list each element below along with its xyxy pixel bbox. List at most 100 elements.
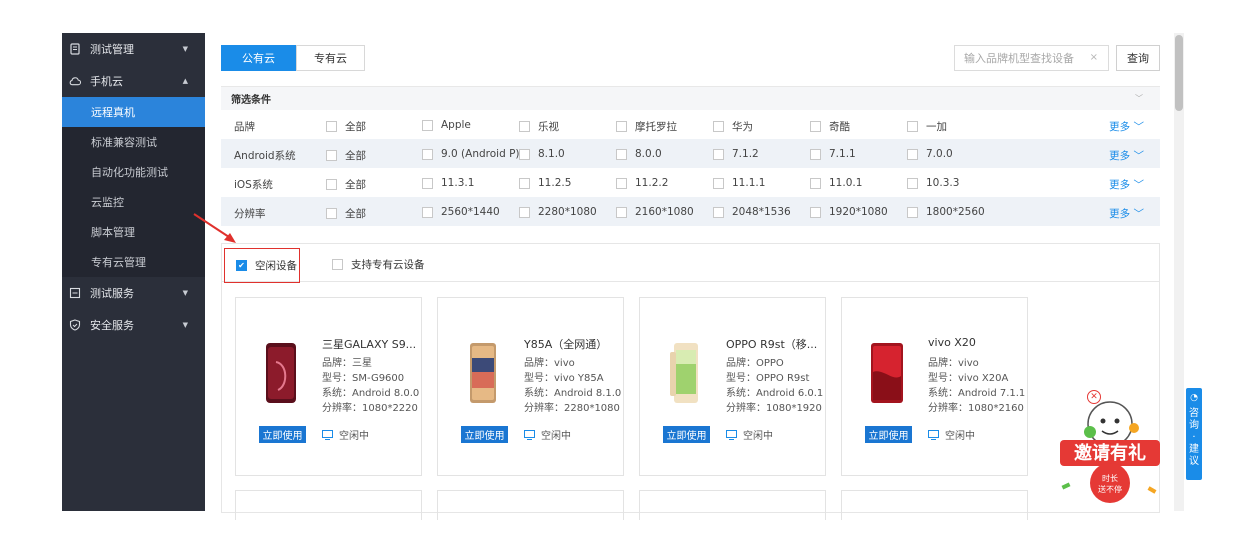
sidebar-item-auto-test[interactable]: 自动化功能测试 xyxy=(62,157,205,187)
sidebar-group-test-management[interactable]: 测试管理 ▼ xyxy=(62,33,205,65)
sidebar-item-cloud-monitor[interactable]: 云监控 xyxy=(62,187,205,217)
filter-option[interactable]: 全部 xyxy=(326,119,366,134)
sidebar-group-security-service[interactable]: 安全服务 ▼ xyxy=(62,309,205,341)
search-input[interactable]: 输入品牌机型查找设备 × xyxy=(954,45,1109,71)
use-now-button[interactable]: 立即使用 xyxy=(663,426,710,443)
page: 测试管理 ▼ 手机云 ▲ 远程真机 标准兼容测试 自动化功能测试 云监控 脚本管… xyxy=(0,0,1246,538)
filter-option[interactable]: 2560*1440 xyxy=(422,206,500,218)
checkbox[interactable] xyxy=(519,148,530,160)
checkbox[interactable] xyxy=(422,148,433,160)
use-now-button[interactable]: 立即使用 xyxy=(259,426,306,443)
checkbox[interactable] xyxy=(810,206,821,218)
device-card[interactable]: OPPO R9st（移... 品牌：OPPO 型号：OPPO R9st 系统：A… xyxy=(639,297,826,476)
checkbox[interactable] xyxy=(326,121,337,132)
idle-devices-checkbox[interactable]: ✔ 空闲设备 xyxy=(224,248,300,283)
sidebar-group-label: 测试服务 xyxy=(90,287,134,300)
checkbox[interactable] xyxy=(810,121,821,132)
checkbox[interactable] xyxy=(616,206,627,218)
tab-private-cloud[interactable]: 专有云 xyxy=(296,45,365,71)
checkbox[interactable] xyxy=(422,119,433,131)
checkbox[interactable] xyxy=(332,259,343,270)
filter-option[interactable]: 11.3.1 xyxy=(422,177,474,189)
filter-option[interactable]: 7.0.0 xyxy=(907,148,953,160)
checkbox[interactable] xyxy=(519,121,530,132)
filter-option[interactable]: 11.2.5 xyxy=(519,177,571,189)
checkbox[interactable] xyxy=(713,177,724,189)
checkbox[interactable] xyxy=(326,150,337,161)
filter-option[interactable]: 7.1.1 xyxy=(810,148,856,160)
device-card[interactable]: vivo X20 品牌：vivo 型号：vivo X20A 系统：Android… xyxy=(841,297,1028,476)
checkbox[interactable] xyxy=(616,177,627,189)
private-cloud-support-checkbox[interactable]: 支持专有云设备 xyxy=(332,257,425,272)
device-card[interactable]: Y85A（全网通） 品牌：vivo 型号：vivo Y85A 系统：Androi… xyxy=(437,297,624,476)
checkbox[interactable] xyxy=(616,121,627,132)
device-card[interactable] xyxy=(235,490,422,520)
checkbox[interactable] xyxy=(907,148,918,160)
use-now-button[interactable]: 立即使用 xyxy=(865,426,912,443)
filter-option[interactable]: Apple xyxy=(422,119,471,131)
checkbox[interactable] xyxy=(326,179,337,190)
filter-option[interactable]: 一加 xyxy=(907,119,947,134)
checkbox[interactable] xyxy=(713,148,724,160)
invite-promo-badge[interactable]: 邀请有礼 时长 送不停 xyxy=(1050,388,1170,508)
filter-option[interactable]: 11.1.1 xyxy=(713,177,765,189)
filter-option[interactable]: 9.0 (Android P) xyxy=(422,148,520,160)
sidebar-item-private-cloud[interactable]: 专有云管理 xyxy=(62,247,205,277)
filter-option[interactable]: 2048*1536 xyxy=(713,206,791,218)
sidebar-item-script-management[interactable]: 脚本管理 xyxy=(62,217,205,247)
filter-option[interactable]: 1920*1080 xyxy=(810,206,888,218)
scrollbar-thumb[interactable] xyxy=(1175,35,1183,111)
filter-option[interactable]: 11.0.1 xyxy=(810,177,862,189)
checkbox[interactable] xyxy=(907,121,918,132)
checkbox[interactable] xyxy=(422,177,433,189)
device-card[interactable] xyxy=(639,490,826,520)
filter-option[interactable]: 8.0.0 xyxy=(616,148,662,160)
sidebar-group-test-service[interactable]: 测试服务 ▼ xyxy=(62,277,205,309)
chevron-down-icon[interactable]: ﹀ xyxy=(1135,93,1143,104)
checkbox[interactable] xyxy=(616,148,627,160)
device-card[interactable]: 三星GALAXY S9... 品牌：三星 型号：SM-G9600 系统：Andr… xyxy=(235,297,422,476)
sidebar-group-phone-cloud[interactable]: 手机云 ▲ xyxy=(62,65,205,97)
filter-option[interactable]: 10.3.3 xyxy=(907,177,959,189)
checkbox[interactable] xyxy=(713,206,724,218)
checkbox[interactable] xyxy=(907,177,918,189)
filter-option[interactable]: 全部 xyxy=(326,206,366,221)
clear-icon[interactable]: × xyxy=(1090,52,1098,63)
filter-option[interactable]: 全部 xyxy=(326,177,366,192)
checkbox[interactable] xyxy=(907,206,918,218)
filter-option[interactable]: 1800*2560 xyxy=(907,206,985,218)
filter-option[interactable]: 全部 xyxy=(326,148,366,163)
more-link[interactable]: 更多 ﹀ xyxy=(1109,206,1144,221)
filter-option[interactable]: 2280*1080 xyxy=(519,206,597,218)
device-brand: 品牌：三星 xyxy=(322,358,372,369)
checkbox[interactable] xyxy=(422,206,433,218)
filter-option[interactable]: 2160*1080 xyxy=(616,206,694,218)
checkbox[interactable] xyxy=(519,206,530,218)
filter-option[interactable]: 华为 xyxy=(713,119,753,134)
query-button[interactable]: 查询 xyxy=(1116,45,1160,71)
page-scrollbar[interactable] xyxy=(1174,33,1184,511)
checkbox[interactable] xyxy=(810,148,821,160)
more-link[interactable]: 更多 ﹀ xyxy=(1109,148,1144,163)
filter-option[interactable]: 乐视 xyxy=(519,119,559,134)
filter-option[interactable]: 摩托罗拉 xyxy=(616,119,677,134)
device-card[interactable] xyxy=(841,490,1028,520)
sidebar-item-compat-test[interactable]: 标准兼容测试 xyxy=(62,127,205,157)
sidebar-item-remote-device[interactable]: 远程真机 xyxy=(62,97,205,127)
checkbox[interactable] xyxy=(326,208,337,219)
filter-option[interactable]: 11.2.2 xyxy=(616,177,668,189)
filter-option[interactable]: 奇酷 xyxy=(810,119,850,134)
device-card[interactable] xyxy=(437,490,624,520)
device-brand: 品牌：OPPO xyxy=(726,358,784,369)
tab-public-cloud[interactable]: 公有云 xyxy=(221,45,296,71)
consult-feedback-tab[interactable]: ◔ 咨 询 · 建 议 xyxy=(1186,388,1202,480)
more-link[interactable]: 更多 ﹀ xyxy=(1109,177,1144,192)
checkbox[interactable] xyxy=(713,121,724,132)
checkbox[interactable] xyxy=(519,177,530,189)
use-now-button[interactable]: 立即使用 xyxy=(461,426,508,443)
more-link[interactable]: 更多 ﹀ xyxy=(1109,119,1144,134)
filter-option[interactable]: 8.1.0 xyxy=(519,148,565,160)
filter-option[interactable]: 7.1.2 xyxy=(713,148,759,160)
checkbox[interactable] xyxy=(810,177,821,189)
device-model: 型号：OPPO R9st xyxy=(726,373,810,384)
